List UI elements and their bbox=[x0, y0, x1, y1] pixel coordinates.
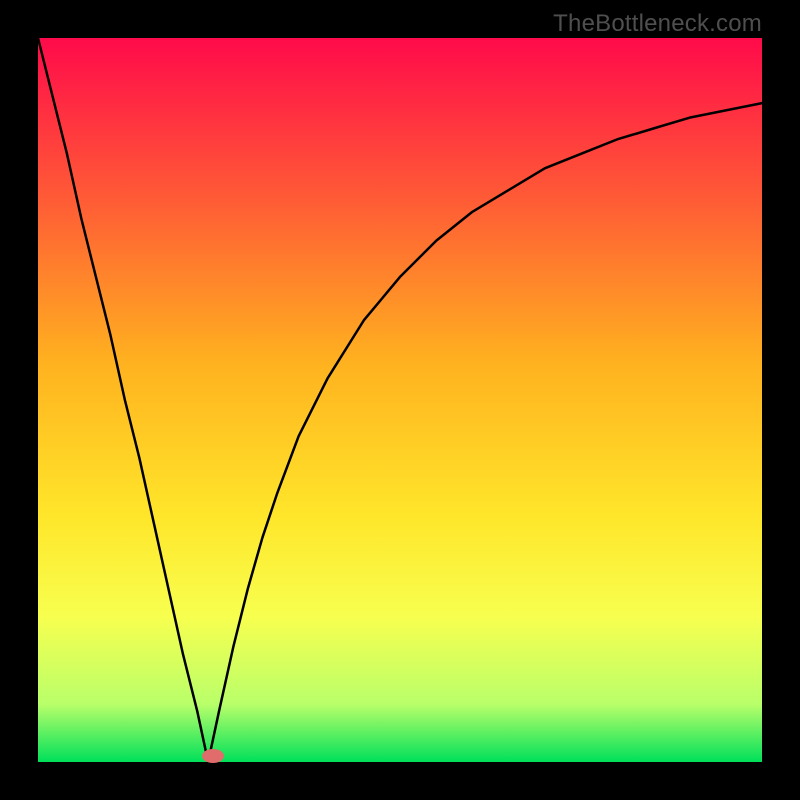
minimum-marker bbox=[202, 749, 224, 763]
curve-path bbox=[38, 38, 762, 762]
bottleneck-curve bbox=[38, 38, 762, 762]
chart-frame: TheBottleneck.com bbox=[0, 0, 800, 800]
plot-area bbox=[38, 38, 762, 762]
watermark-text: TheBottleneck.com bbox=[553, 10, 762, 38]
